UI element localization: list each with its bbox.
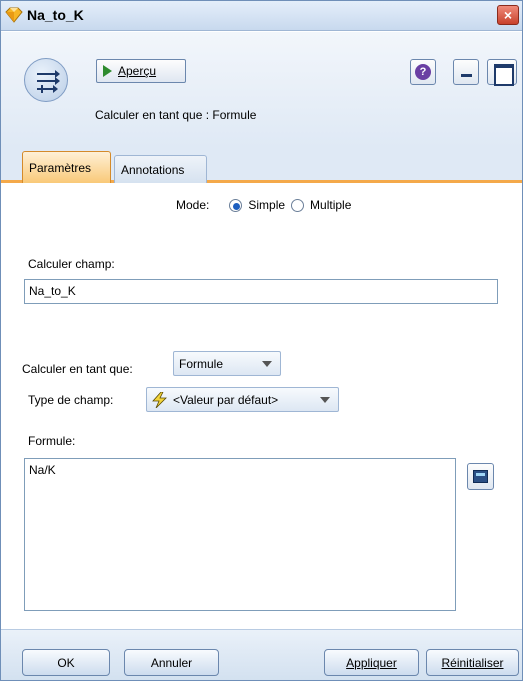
derive-field-label: Calculer champ: [28,257,115,271]
help-button[interactable]: ? [410,59,436,85]
field-type-value: <Valeur par défaut> [173,392,279,407]
field-type-select[interactable]: <Valeur par défaut> [146,387,339,412]
cancel-button[interactable]: Annuler [124,649,219,676]
mode-label: Mode: [176,198,210,212]
tab-label: Annotations [121,162,185,177]
lightning-icon [152,391,167,408]
apply-button[interactable]: Appliquer [324,649,419,676]
expression-builder-button[interactable] [467,463,494,490]
dialog-window: Na_to_K × Aperçu ? Calculer en tant que … [0,0,523,681]
preview-label: Aperçu [118,64,157,78]
help-icon: ? [415,64,431,80]
window-title: Na_to_K [27,7,84,23]
button-bar: OK Annuler Appliquer Réinitialiser [1,629,522,680]
derive-node-icon [24,58,68,102]
derive-as-label: Calculer en tant que: [22,362,133,376]
reset-label: Réinitialiser [441,655,504,670]
mode-multiple-label[interactable]: Multiple [310,198,351,212]
close-icon: × [503,7,513,23]
formula-textarea[interactable]: Na/K [24,458,456,611]
cancel-label: Annuler [150,655,193,670]
field-type-label: Type de champ: [28,393,114,407]
ok-label: OK [57,655,75,670]
derive-as-value: Formule [179,356,224,371]
mode-simple-label[interactable]: Simple [248,198,285,212]
play-icon [103,65,112,77]
maximize-button[interactable] [487,59,517,86]
tab-parametres[interactable]: Paramètres [22,151,111,183]
tab-label: Paramètres [29,160,92,175]
tab-bar: Paramètres Annotations [1,147,522,183]
preview-button[interactable]: Aperçu [96,59,186,83]
tab-annotations[interactable]: Annotations [114,155,207,183]
ok-button[interactable]: OK [22,649,110,676]
mode-simple-radio[interactable] [229,198,243,212]
reset-button[interactable]: Réinitialiser [426,649,519,676]
derive-field-input[interactable]: Na_to_K [24,279,498,304]
mode-row: Mode: Simple Multiple [176,198,351,212]
chevron-down-icon [320,397,330,403]
title-bar[interactable]: Na_to_K × [1,1,522,31]
chevron-down-icon [262,361,272,367]
mode-multiple-radio[interactable] [291,198,305,212]
node-subtitle: Calculer en tant que : Formule [95,108,257,122]
minimize-button[interactable] [453,59,479,85]
close-button[interactable]: × [497,5,519,25]
expression-builder-icon [473,470,488,483]
diamond-node-icon [5,7,23,23]
settings-panel: Mode: Simple Multiple Calculer champ: Na… [1,186,522,626]
apply-label: Appliquer [346,655,397,670]
derive-as-select[interactable]: Formule [173,351,281,376]
formula-label: Formule: [28,434,76,448]
node-header: Aperçu ? Calculer en tant que : Formule [1,32,522,147]
